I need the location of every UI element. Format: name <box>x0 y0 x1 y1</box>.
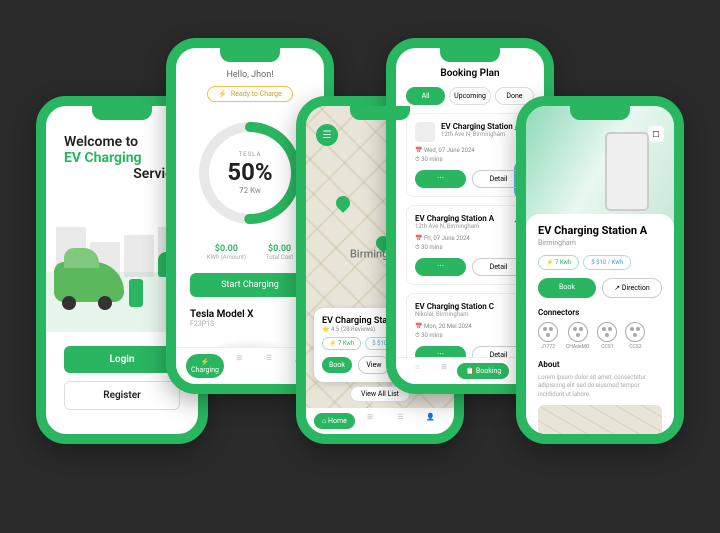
greeting: Hello, Jhon! <box>190 70 310 80</box>
tab-all[interactable]: All <box>406 87 445 105</box>
detail-screen: ☐ EV Charging Station A Birmingham ⚡ 7 K… <box>516 96 684 444</box>
connector-type: J1772 <box>538 322 558 350</box>
kwh-amount: $0.00 <box>207 244 246 254</box>
action-button[interactable]: ⋯ <box>415 170 466 188</box>
connector-type: CCS2 <box>625 322 645 350</box>
bookmark-icon[interactable]: ☐ <box>648 126 664 142</box>
price-chip: $ $10 / Kwh <box>583 255 631 270</box>
welcome-line2: EV Charging <box>64 150 180 166</box>
charge-ring: TESLA 50% 72 Kw <box>195 118 305 228</box>
action-button[interactable]: ⋯ <box>415 258 466 276</box>
connector-type: CCS1 <box>597 322 617 350</box>
connectors-heading: Connectors <box>538 308 662 317</box>
total-cost: $0.00 <box>266 244 293 254</box>
vehicle-code: F23P1S <box>190 320 310 328</box>
connector-type: CHAdeMO <box>566 322 589 350</box>
nav-item[interactable]: ⊞ <box>355 413 385 429</box>
battery-icon <box>129 279 143 307</box>
mini-map[interactable]: DRUID HILLS <box>538 405 662 444</box>
nav-item[interactable]: ⌂ <box>404 363 431 379</box>
start-charging-button[interactable]: Start Charging <box>190 273 310 297</box>
nav-booking[interactable]: 📋 Booking <box>457 363 509 379</box>
station-photo: ☐ <box>526 106 674 226</box>
station-address: Birmingham <box>538 239 662 247</box>
book-button[interactable]: Book <box>538 278 596 298</box>
register-button[interactable]: Register <box>64 381 180 410</box>
tab-upcoming[interactable]: Upcoming <box>449 87 491 105</box>
kw-value: 72 Kw <box>227 186 272 195</box>
map-label: DRUID HILLS <box>619 439 654 444</box>
nav-item[interactable]: ☰ <box>385 413 415 429</box>
nav-item[interactable]: ⊞ <box>224 354 254 378</box>
station-icon <box>415 122 435 142</box>
direction-button[interactable]: ↗ Direction <box>602 278 662 298</box>
percent-value: 50% <box>227 158 272 186</box>
welcome-line3: Service <box>64 166 180 182</box>
vehicle-name: Tesla Model X <box>190 309 310 320</box>
power-chip: ⚡ 7 Kwh <box>322 337 361 350</box>
map-pin[interactable] <box>333 193 353 213</box>
brand-label: TESLA <box>227 151 272 158</box>
nav-item[interactable]: ⊞ <box>431 363 458 379</box>
nav-item[interactable]: ☰ <box>254 354 284 378</box>
login-button[interactable]: Login <box>64 346 180 373</box>
nav-item[interactable]: 👤 <box>416 413 446 429</box>
menu-button[interactable]: ☰ <box>316 124 338 146</box>
nav-charging[interactable]: ⚡ Charging <box>186 354 224 378</box>
book-button[interactable]: Book <box>322 357 352 373</box>
power-chip: ⚡ 7 Kwh <box>538 255 579 270</box>
ready-badge: ⚡Ready to Charge <box>207 86 293 102</box>
about-text: Lorem ipsum dolor sit amet, consectetur … <box>538 374 662 399</box>
nav-home[interactable]: ⌂ Home <box>314 413 355 429</box>
booking-card: EV Charging Station A12th Ave N, Birming… <box>406 205 534 285</box>
station-name: EV Charging Station A <box>538 224 662 237</box>
about-heading: About <box>538 360 662 369</box>
booking-card: EV Charging Station A12th Ave N, Birming… <box>406 113 534 197</box>
welcome-line1: Welcome to <box>64 134 180 150</box>
